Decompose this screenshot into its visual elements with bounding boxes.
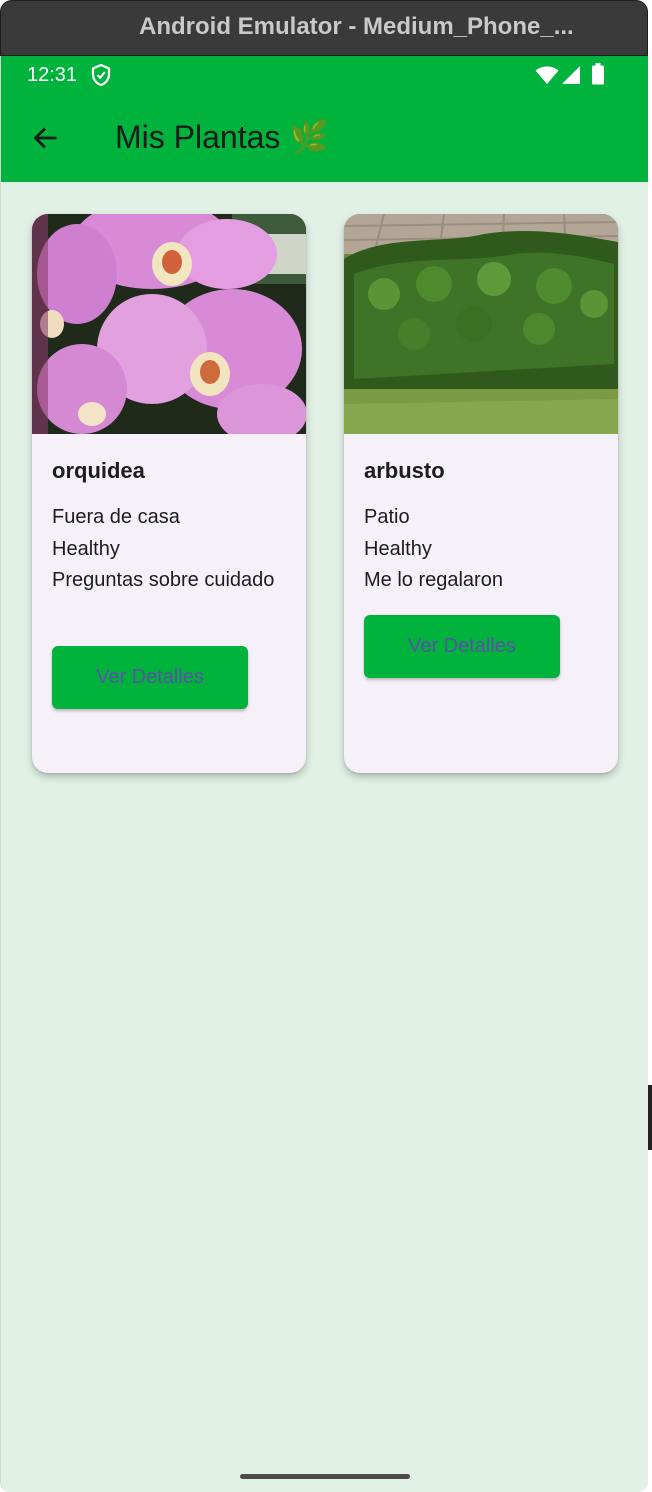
shrub-photo bbox=[344, 214, 618, 434]
page-title: Mis Plantas 🌿 bbox=[115, 119, 330, 155]
plant-name: arbusto bbox=[364, 458, 445, 483]
plant-location: Fuera de casa bbox=[52, 506, 180, 528]
gesture-navigation-bar[interactable] bbox=[240, 1474, 410, 1479]
emulator-titlebar: Android Emulator - Medium_Phone_... bbox=[0, 0, 648, 56]
battery-icon bbox=[592, 63, 604, 85]
status-time: 12:31 bbox=[27, 64, 78, 86]
status-bar: 12:31 bbox=[1, 56, 648, 96]
shield-icon bbox=[91, 64, 111, 86]
plant-details: Patio Healthy Me lo regalaron bbox=[364, 502, 604, 597]
plant-note: Me lo regalaron bbox=[364, 569, 503, 591]
app-bar: Mis Plantas 🌿 bbox=[1, 96, 648, 182]
plant-card: arbusto Patio Healthy Me lo regalaron Ve… bbox=[344, 214, 618, 773]
back-button[interactable] bbox=[23, 116, 67, 160]
arrow-left-icon bbox=[33, 127, 57, 149]
plant-status: Healthy bbox=[52, 537, 120, 560]
window-edge bbox=[648, 0, 652, 1492]
signal-icon bbox=[562, 66, 580, 84]
plant-details: Fuera de casa Healthy Preguntas sobre cu… bbox=[52, 502, 292, 597]
plant-note: Preguntas sobre cuidado bbox=[52, 569, 275, 591]
window-title: Android Emulator - Medium_Phone_... bbox=[139, 13, 574, 40]
wifi-icon bbox=[535, 66, 559, 84]
plant-location: Patio bbox=[364, 506, 410, 528]
orchid-photo bbox=[32, 214, 306, 434]
view-details-button[interactable]: Ver Detalles bbox=[364, 615, 560, 678]
plant-name: orquidea bbox=[52, 458, 145, 483]
plant-status: Healthy bbox=[364, 537, 432, 560]
phone-screen: 12:31 Mis Plantas 🌿 orquidea Fuera de ca… bbox=[0, 56, 648, 1492]
plant-card: orquidea Fuera de casa Healthy Preguntas… bbox=[32, 214, 306, 773]
view-details-button[interactable]: Ver Detalles bbox=[52, 646, 248, 709]
